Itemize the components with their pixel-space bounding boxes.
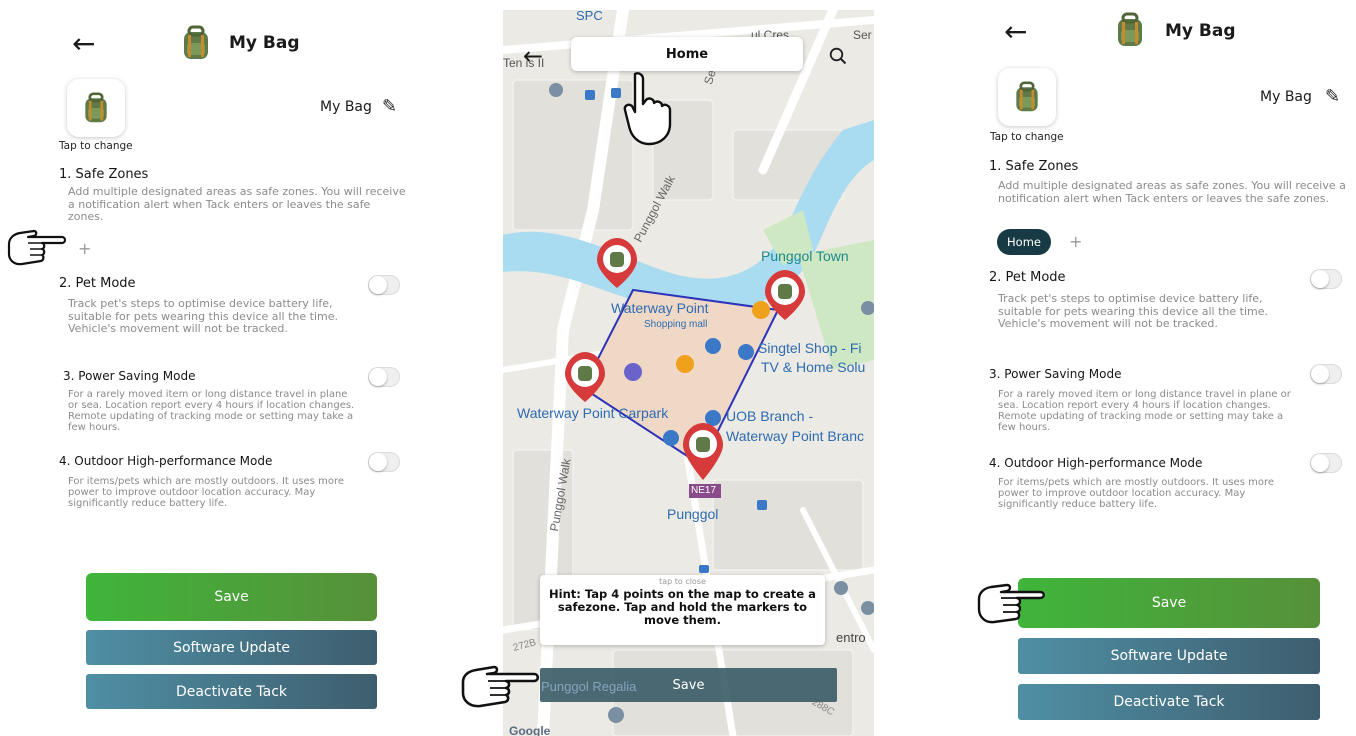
save-button[interactable]: Save — [1018, 578, 1320, 628]
pointing-hand-icon — [623, 72, 672, 146]
safe-zones-description: Add multiple designated areas as safe zo… — [998, 179, 1346, 205]
deactivate-tack-button[interactable]: Deactivate Tack — [86, 674, 377, 709]
toggle-knob — [1311, 454, 1329, 472]
backpack-icon — [1016, 81, 1038, 112]
power-saving-description: For a rarely moved item or long distance… — [68, 389, 355, 433]
hint-text: Hint: Tap 4 points on the map to create … — [549, 587, 816, 627]
map-label-carpark: Waterway Point Carpark — [517, 405, 669, 421]
power-saving-title: 3. Power Saving Mode — [989, 367, 1122, 381]
pet-mode-title: 2. Pet Mode — [989, 270, 1066, 285]
save-button[interactable]: Save — [86, 573, 377, 621]
map-label-ser: Ser — [853, 28, 872, 42]
pet-mode-toggle[interactable] — [1310, 269, 1342, 289]
pointing-hand-icon — [461, 665, 540, 708]
map-label-tv-home: TV & Home Solu — [761, 359, 866, 375]
backpack-icon — [1118, 12, 1142, 46]
bag-avatar-tile[interactable] — [67, 79, 125, 137]
power-saving-toggle[interactable] — [1310, 364, 1342, 384]
map-label-punggol-town: Punggol Town — [761, 248, 849, 264]
pet-mode-description: Track pet's steps to optimise device bat… — [998, 292, 1269, 330]
back-arrow-icon[interactable]: ← — [72, 30, 95, 58]
map-label-google: Google — [509, 724, 551, 736]
backpack-icon — [184, 25, 208, 59]
pet-mode-toggle[interactable] — [368, 275, 400, 295]
pencil-icon[interactable]: ✎ — [1325, 86, 1340, 107]
outdoor-mode-toggle[interactable] — [1310, 453, 1342, 473]
toggle-knob — [369, 276, 387, 294]
outdoor-mode-title: 4. Outdoor High-performance Mode — [59, 454, 273, 468]
software-update-button[interactable]: Software Update — [86, 630, 377, 665]
toggle-knob — [1311, 365, 1329, 383]
pet-mode-title: 2. Pet Mode — [59, 276, 136, 291]
software-update-button[interactable]: Software Update — [1018, 638, 1320, 674]
page-title: My Bag — [1165, 21, 1236, 41]
pointing-hand-icon — [7, 229, 67, 266]
right-screen: ← My Bag Tap to change My Bag ✎ 1. Safe … — [930, 0, 1356, 736]
pointing-hand-icon — [977, 583, 1045, 624]
left-screen: ← My Bag Tap to change My Bag ✎ 1. Safe … — [0, 0, 460, 736]
outdoor-mode-description: For items/pets which are mostly outdoors… — [998, 477, 1274, 510]
safe-zones-title: 1. Safe Zones — [989, 159, 1079, 174]
power-saving-toggle[interactable] — [368, 367, 400, 387]
back-arrow-icon[interactable]: ← — [1004, 18, 1027, 46]
safe-zone-chip-home[interactable]: Home — [997, 229, 1051, 255]
outdoor-mode-description: For items/pets which are mostly outdoors… — [68, 476, 344, 509]
map-label-singtel: Singtel Shop - Fi — [758, 340, 862, 356]
map-label-spc: SPC — [576, 10, 603, 23]
toggle-knob — [369, 368, 387, 386]
map-label-uob-branch: Waterway Point Branc — [726, 428, 864, 444]
map-label-punggol: Punggol — [667, 506, 719, 522]
tap-to-change-label: Tap to change — [990, 131, 1064, 143]
add-safe-zone-button[interactable]: + — [78, 241, 91, 257]
map-screen[interactable]: SPC ul Cres Ser Ten is II Sentul C Pungg… — [503, 10, 874, 736]
map-label-regalia: Punggol Regalia — [541, 679, 637, 694]
hint-card[interactable]: tap to close Hint: Tap 4 points on the m… — [540, 575, 825, 645]
pet-mode-description: Track pet's steps to optimise device bat… — [68, 297, 339, 335]
power-saving-description: For a rarely moved item or long distance… — [998, 389, 1291, 433]
tap-to-change-label: Tap to change — [59, 140, 133, 152]
map-label-waterway-point: Waterway Point — [611, 300, 709, 316]
page-title: My Bag — [229, 33, 300, 53]
map-label-shopping-mall: Shopping mall — [644, 319, 708, 330]
map-back-arrow-icon[interactable]: ← — [523, 42, 543, 70]
bag-name-label: My Bag — [320, 99, 372, 115]
bag-name-label: My Bag — [1260, 89, 1312, 105]
hint-tap-to-close: tap to close — [659, 577, 706, 586]
deactivate-tack-button[interactable]: Deactivate Tack — [1018, 684, 1320, 720]
map-label-centro: entro — [836, 630, 866, 645]
safe-zones-description: Add multiple designated areas as safe zo… — [68, 185, 406, 223]
add-safe-zone-button[interactable]: + — [1069, 234, 1082, 250]
map-label-station-code: NE17 — [691, 485, 717, 496]
pencil-icon[interactable]: ✎ — [382, 96, 397, 117]
search-icon[interactable] — [829, 47, 847, 65]
map-label-uob: UOB Branch - — [726, 408, 814, 424]
bag-avatar-tile[interactable] — [998, 68, 1056, 126]
outdoor-mode-title: 4. Outdoor High-performance Mode — [989, 456, 1203, 470]
location-search-field[interactable]: Home — [571, 37, 803, 71]
toggle-knob — [369, 453, 387, 471]
toggle-knob — [1311, 270, 1329, 288]
power-saving-title: 3. Power Saving Mode — [63, 369, 196, 383]
backpack-icon — [85, 92, 107, 123]
safe-zones-title: 1. Safe Zones — [59, 167, 149, 182]
outdoor-mode-toggle[interactable] — [368, 452, 400, 472]
